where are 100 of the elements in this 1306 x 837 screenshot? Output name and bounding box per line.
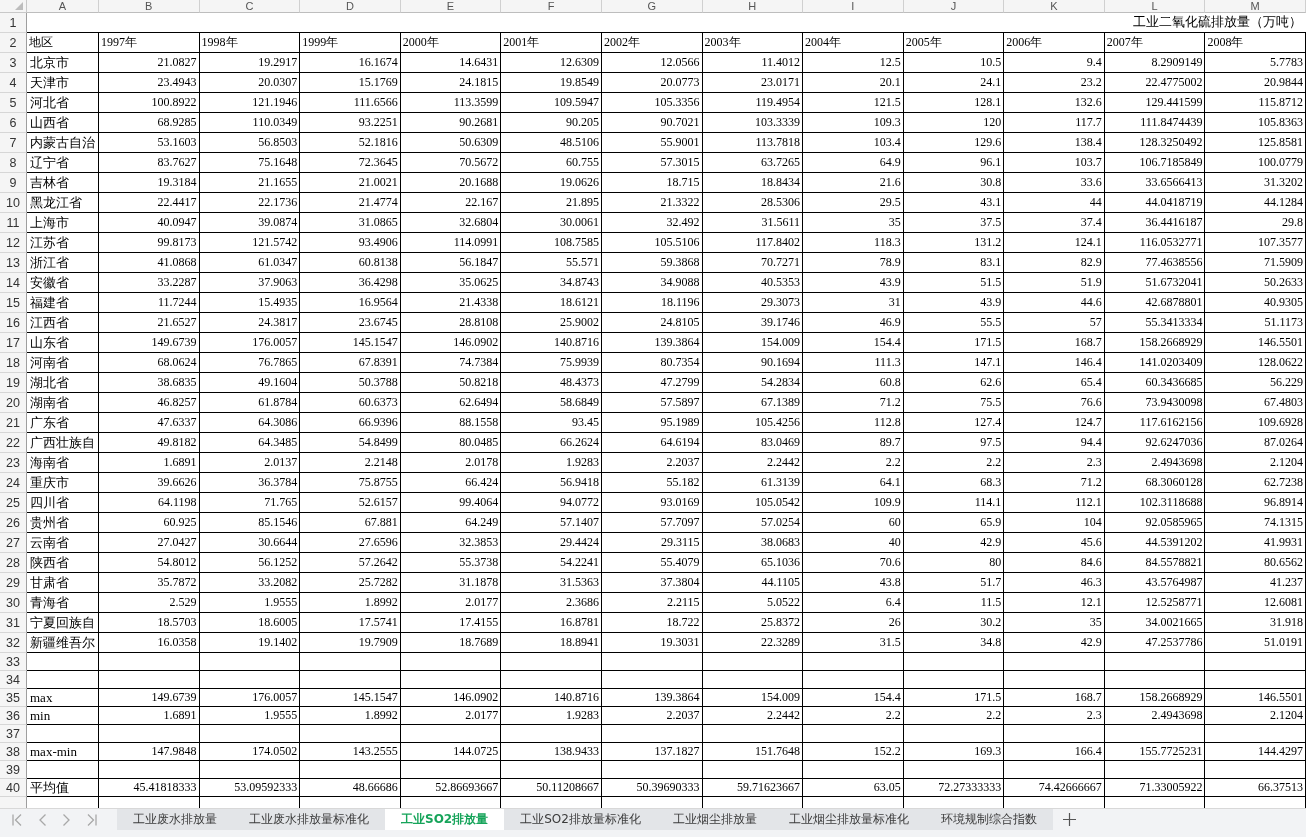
table-cell: 29.4424	[501, 533, 602, 553]
row-header[interactable]: 38	[0, 743, 27, 761]
row-header[interactable]: 39	[0, 761, 27, 779]
table-cell: 105.3356	[601, 93, 703, 113]
table-cell: 80.0485	[400, 433, 502, 453]
table-cell: 111.3	[803, 353, 904, 373]
row-header[interactable]: 22	[0, 433, 27, 453]
row-header[interactable]: 33	[0, 653, 27, 671]
column-header[interactable]: D	[300, 0, 401, 13]
row-header[interactable]: 5	[0, 93, 27, 113]
row-header[interactable]: 4	[0, 73, 27, 93]
table-cell: 18.6005	[199, 613, 301, 633]
sheet-tab[interactable]: 工业烟尘排放量标准化	[772, 809, 925, 830]
table-cell: 146.4	[1004, 353, 1105, 373]
row-header[interactable]: 1	[0, 13, 27, 33]
header-cell: 2005年	[903, 33, 1005, 53]
table-cell: 1.8992	[300, 593, 401, 613]
column-header[interactable]: B	[99, 0, 200, 13]
row-header[interactable]: 23	[0, 453, 27, 473]
table-cell: 10.5	[903, 53, 1005, 73]
table-cell: 78.9	[803, 253, 904, 273]
column-header[interactable]: C	[199, 0, 301, 13]
table-cell: 20.9844	[1205, 73, 1306, 93]
row-header[interactable]: 24	[0, 473, 27, 493]
column-header[interactable]: M	[1205, 0, 1306, 13]
row-header[interactable]: 8	[0, 153, 27, 173]
sheet-tab[interactable]: 工业废水排放量标准化	[233, 809, 385, 830]
row-header[interactable]: 25	[0, 493, 27, 513]
table-cell: min	[27, 707, 99, 725]
column-header[interactable]: A	[27, 0, 99, 13]
row-header[interactable]: 26	[0, 513, 27, 533]
column-header[interactable]: L	[1104, 0, 1206, 13]
table-cell: 2.4943698	[1104, 453, 1206, 473]
column-header[interactable]: F	[501, 0, 602, 13]
table-cell: 黑龙江省	[27, 193, 99, 213]
table-cell: 50.8218	[400, 373, 502, 393]
row-header[interactable]: 2	[0, 33, 27, 53]
plus-icon[interactable]	[1062, 813, 1076, 826]
row-header[interactable]: 17	[0, 333, 27, 353]
row-header[interactable]: 27	[0, 533, 27, 553]
row-header[interactable]: 21	[0, 413, 27, 433]
column-header[interactable]: E	[400, 0, 502, 13]
corner-triangle-icon[interactable]	[15, 2, 23, 10]
table-cell: 辽宁省	[27, 153, 99, 173]
row-header[interactable]: 15	[0, 293, 27, 313]
row-header[interactable]: 28	[0, 553, 27, 573]
table-cell: 84.5578821	[1104, 553, 1206, 573]
table-cell: 45.6	[1004, 533, 1105, 553]
column-header[interactable]: I	[803, 0, 904, 13]
row-header[interactable]: 13	[0, 253, 27, 273]
skip-to-first-icon[interactable]	[12, 813, 22, 826]
column-header[interactable]: G	[601, 0, 703, 13]
row-header[interactable]: 7	[0, 133, 27, 153]
table-cell: 75.5	[903, 393, 1005, 413]
row-header[interactable]: 3	[0, 53, 27, 73]
row-header[interactable]: 11	[0, 213, 27, 233]
row-header[interactable]: 29	[0, 573, 27, 593]
sheet-tab[interactable]: 工业SO2排放量标准化	[504, 809, 657, 830]
table-cell: 93.2251	[300, 113, 401, 133]
table-cell: 121.5	[803, 93, 904, 113]
previous-icon[interactable]	[39, 813, 46, 826]
table-cell: 2.2	[803, 453, 904, 473]
row-header[interactable]: 35	[0, 689, 27, 707]
table-cell: 19.7909	[300, 633, 401, 653]
table-cell: 141.0203409	[1104, 353, 1206, 373]
row-header[interactable]: 6	[0, 113, 27, 133]
table-cell: 49.1604	[199, 373, 301, 393]
row-header[interactable]: 10	[0, 193, 27, 213]
sheet-tab[interactable]: 工业烟尘排放量	[656, 809, 773, 830]
table-cell: 22.4775002	[1104, 73, 1206, 93]
table-cell: 2.3	[1004, 707, 1105, 725]
table-cell: 12.1	[1004, 593, 1105, 613]
row-header[interactable]: 14	[0, 273, 27, 293]
row-header[interactable]: 12	[0, 233, 27, 253]
sheet-tab[interactable]: 工业废水排放量	[117, 809, 233, 830]
column-header[interactable]: J	[903, 0, 1005, 13]
sheet-tab[interactable]: 环境规制综合指数	[924, 809, 1053, 830]
table-cell: 福建省	[27, 293, 99, 313]
row-header[interactable]: 37	[0, 725, 27, 743]
row-header[interactable]: 20	[0, 393, 27, 413]
row-header[interactable]: 9	[0, 173, 27, 193]
row-header[interactable]: 40	[0, 779, 27, 797]
table-cell: 171.5	[903, 689, 1005, 707]
column-header[interactable]: H	[702, 0, 804, 13]
row-header[interactable]: 31	[0, 613, 27, 633]
row-header[interactable]: 34	[0, 671, 27, 689]
row-header[interactable]: 16	[0, 313, 27, 333]
table-cell: 108.7585	[501, 233, 602, 253]
skip-to-last-icon[interactable]	[87, 813, 97, 826]
table-cell: 贵州省	[27, 513, 99, 533]
row-header[interactable]: 30	[0, 593, 27, 613]
row-header[interactable]: 36	[0, 707, 27, 725]
table-cell: 四川省	[27, 493, 99, 513]
column-header[interactable]: K	[1004, 0, 1105, 13]
table-cell: 118.3	[803, 233, 904, 253]
table-cell: 43.8	[803, 573, 904, 593]
row-header[interactable]: 19	[0, 373, 27, 393]
row-header[interactable]: 32	[0, 633, 27, 653]
row-header[interactable]: 18	[0, 353, 27, 373]
next-icon[interactable]	[63, 813, 70, 826]
